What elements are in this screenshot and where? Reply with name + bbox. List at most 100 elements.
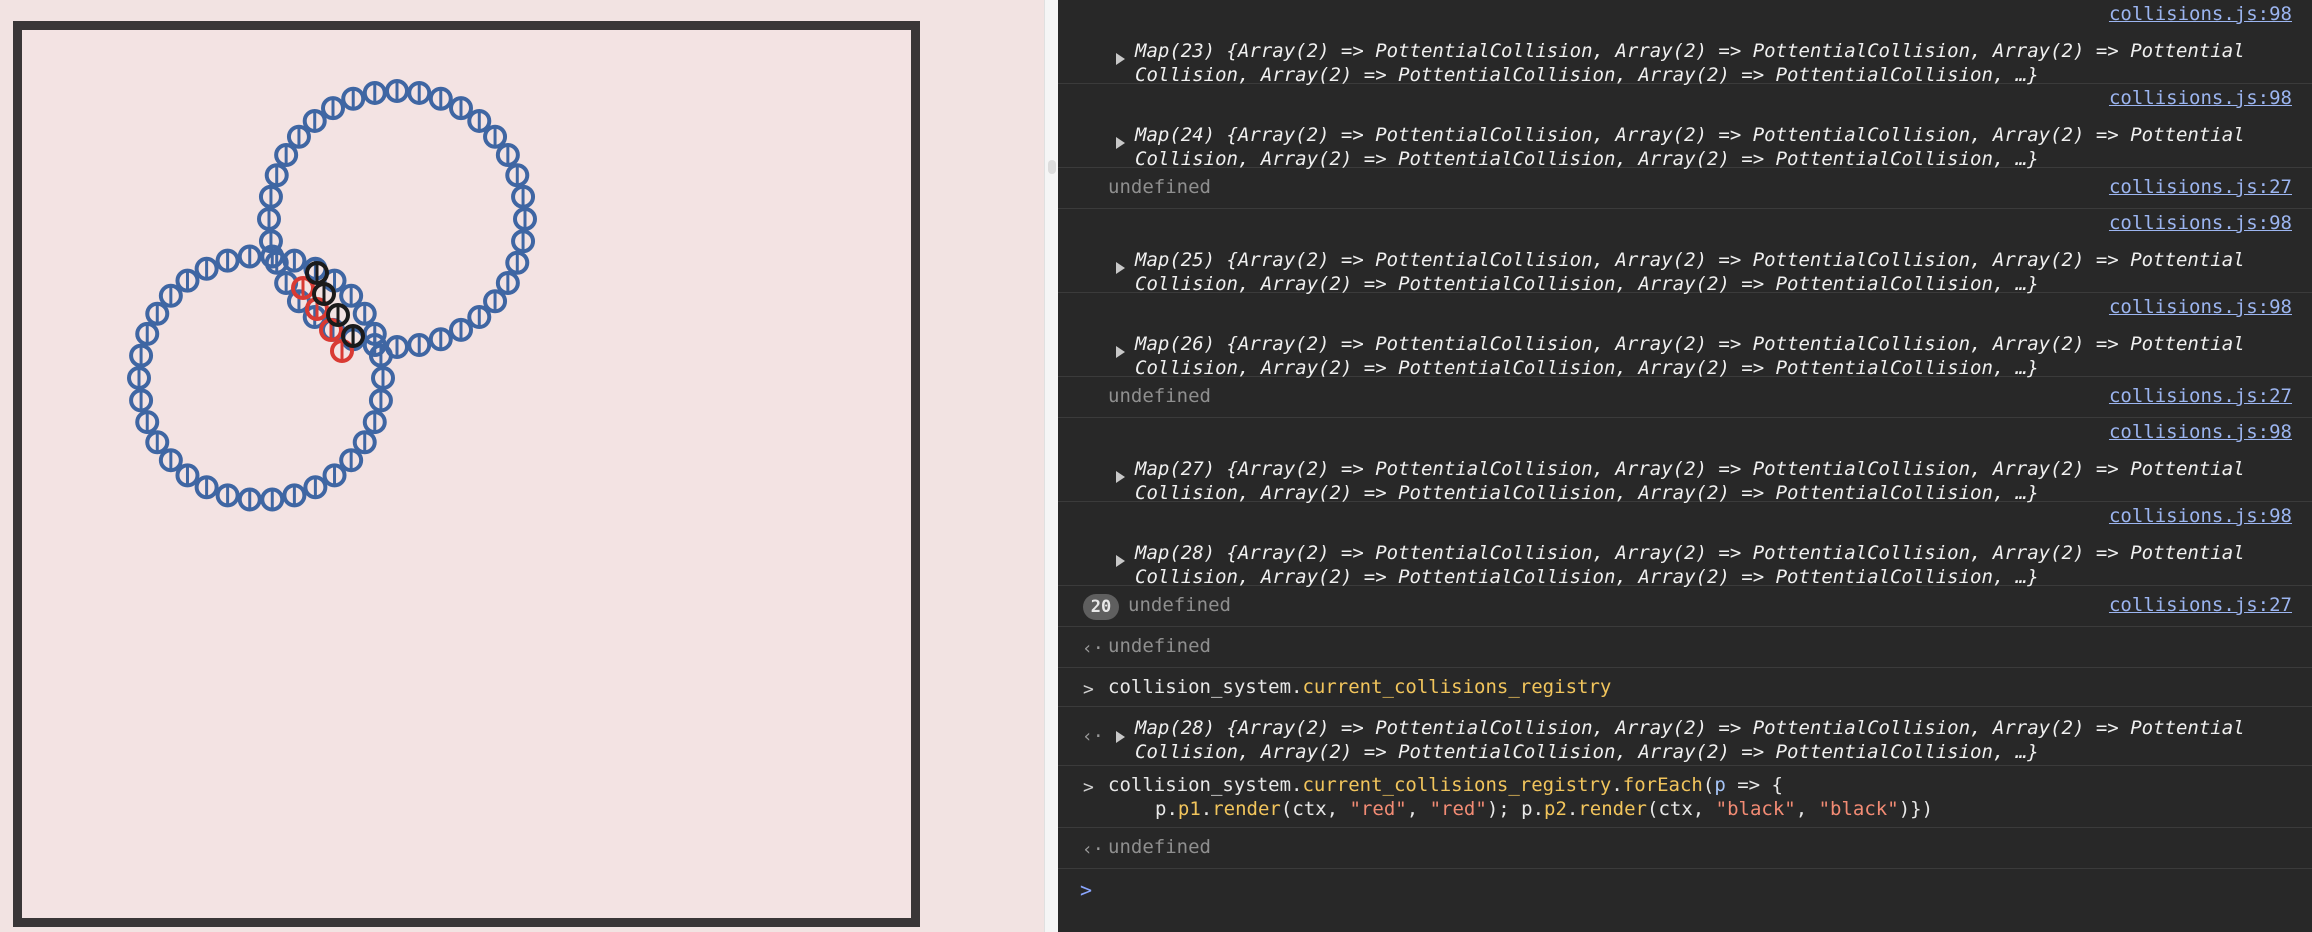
console-map-entry[interactable]: collisions.js:98 Map(28) {Array(2) => Pot… <box>1058 502 2312 588</box>
particle <box>237 244 262 269</box>
particle <box>258 184 283 209</box>
collision-particle-p2 <box>312 282 336 306</box>
particle <box>145 301 170 326</box>
particle <box>215 248 240 273</box>
particle <box>385 79 409 103</box>
source-link[interactable]: collisions.js:98 <box>2109 3 2292 26</box>
source-link[interactable]: collisions.js:27 <box>2109 176 2292 199</box>
particle <box>135 410 160 435</box>
command-text[interactable]: collision_system.current_collisions_regi… <box>1108 676 1611 699</box>
particle <box>428 327 453 352</box>
particle <box>368 388 393 413</box>
simulation-canvas[interactable] <box>22 30 911 918</box>
particle <box>237 487 262 512</box>
map-preview-line1: Map(28) {Array(2) => PottentialCollision… <box>1135 542 2245 564</box>
particle <box>321 96 345 121</box>
console-undefined-entry: undefined collisions.js:27 <box>1058 377 2312 418</box>
splitter-handle[interactable] <box>1048 160 1056 174</box>
particle <box>428 86 453 111</box>
particle <box>158 283 183 308</box>
expand-triangle-icon[interactable] <box>1116 731 1125 743</box>
expand-triangle-icon[interactable] <box>1116 555 1125 567</box>
particle <box>260 487 285 512</box>
source-link[interactable]: collisions.js:27 <box>2109 385 2292 408</box>
console-map-entry[interactable]: collisions.js:98 Map(27) {Array(2) => Pot… <box>1058 418 2312 504</box>
particle <box>257 207 281 231</box>
particle <box>175 463 200 488</box>
particle <box>264 163 289 188</box>
prompt-chevron-icon[interactable]: > <box>1080 879 1092 902</box>
console-map-entry[interactable]: collisions.js:98 Map(25) {Array(2) => Pot… <box>1058 209 2312 295</box>
particle <box>505 250 530 275</box>
undefined-text: undefined <box>1108 385 1211 407</box>
console-command-row-2: > collision_system.current_collisions_re… <box>1058 766 2312 828</box>
particle <box>385 335 409 359</box>
particle <box>194 475 219 500</box>
undefined-text: undefined <box>1108 176 1211 198</box>
expand-triangle-icon[interactable] <box>1116 137 1125 149</box>
command-line2[interactable]: p.p1.render(ctx, "red", "red"); p.p2.ren… <box>1155 798 1933 821</box>
result-text: undefined <box>1108 635 1211 657</box>
particle <box>495 143 520 167</box>
expand-triangle-icon[interactable] <box>1116 346 1125 358</box>
particle <box>407 333 432 358</box>
expand-triangle-icon[interactable] <box>1116 262 1125 274</box>
source-link[interactable]: collisions.js:98 <box>2109 505 2292 528</box>
particle <box>483 289 508 314</box>
input-chevron-icon: > <box>1083 679 1094 700</box>
particle <box>511 229 536 254</box>
command-line1[interactable]: collision_system.current_collisions_regi… <box>1108 774 1783 797</box>
particle <box>194 256 219 281</box>
particle <box>467 108 492 133</box>
particle <box>407 80 432 105</box>
map-result-line2: Collision, Array(2) => PottentialCollisi… <box>1135 741 2039 763</box>
particle <box>129 343 154 368</box>
console-undefined-entry: undefined collisions.js:27 <box>1058 168 2312 209</box>
particle <box>467 305 492 330</box>
console-map-entry[interactable]: collisions.js:98 Map(26) {Array(2) => Pot… <box>1058 293 2312 379</box>
map-preview-line1: Map(26) {Array(2) => PottentialCollision… <box>1135 333 2245 355</box>
screen: collisions.js:98 Map(23) {Array(2) => Pot… <box>0 0 2312 932</box>
console-command-row: > collision_system.current_collisions_re… <box>1058 668 2312 707</box>
console-result-row-2: ‹· undefined <box>1058 828 2312 869</box>
particle <box>341 86 366 111</box>
map-preview-line1: Map(23) {Array(2) => PottentialCollision… <box>1135 40 2245 62</box>
expand-triangle-icon[interactable] <box>1116 471 1125 483</box>
result-arrow-icon: ‹· <box>1082 839 1104 860</box>
source-link[interactable]: collisions.js:98 <box>2109 87 2292 110</box>
map-preview-line1: Map(27) {Array(2) => PottentialCollision… <box>1135 458 2245 480</box>
source-link[interactable]: collisions.js:27 <box>2109 594 2292 617</box>
particle <box>339 283 364 308</box>
particle <box>145 430 170 455</box>
particle <box>282 483 307 508</box>
source-link[interactable]: collisions.js:98 <box>2109 421 2292 444</box>
particle <box>513 207 537 231</box>
particle <box>495 271 520 295</box>
source-link[interactable]: collisions.js:98 <box>2109 212 2292 235</box>
console-map-entry[interactable]: collisions.js:98 Map(23) {Array(2) => Pot… <box>1058 0 2312 86</box>
collision-particle-p2 <box>326 303 350 327</box>
particle <box>362 80 387 105</box>
result-arrow-icon: ‹· <box>1082 638 1104 659</box>
particle <box>352 301 377 326</box>
console-result-row: ‹· undefined <box>1058 627 2312 668</box>
particle <box>449 96 473 121</box>
console-map-entry[interactable]: collisions.js:98 Map(24) {Array(2) => Pot… <box>1058 84 2312 170</box>
panel-splitter[interactable] <box>1044 0 1059 932</box>
collision-particle-p2 <box>341 324 365 348</box>
expand-triangle-icon[interactable] <box>1116 53 1125 65</box>
particle <box>286 124 311 149</box>
particle <box>339 448 364 473</box>
source-link[interactable]: collisions.js:98 <box>2109 296 2292 319</box>
devtools-console: collisions.js:98 Map(23) {Array(2) => Pot… <box>1058 0 2312 932</box>
console-map-result-row[interactable]: ‹· Map(28) {Array(2) => PottentialCollis… <box>1058 707 2312 766</box>
console-repeat-row: 20 undefined collisions.js:27 <box>1058 586 2312 627</box>
particle <box>258 229 283 254</box>
repeat-text: undefined <box>1128 594 1231 616</box>
input-chevron-icon: > <box>1083 777 1094 798</box>
map-result-line1: Map(28) {Array(2) => PottentialCollision… <box>1135 717 2245 739</box>
particle <box>303 475 328 500</box>
canvas-frame <box>13 21 920 927</box>
console-prompt[interactable]: > <box>1058 869 2312 919</box>
result-text: undefined <box>1108 836 1211 858</box>
